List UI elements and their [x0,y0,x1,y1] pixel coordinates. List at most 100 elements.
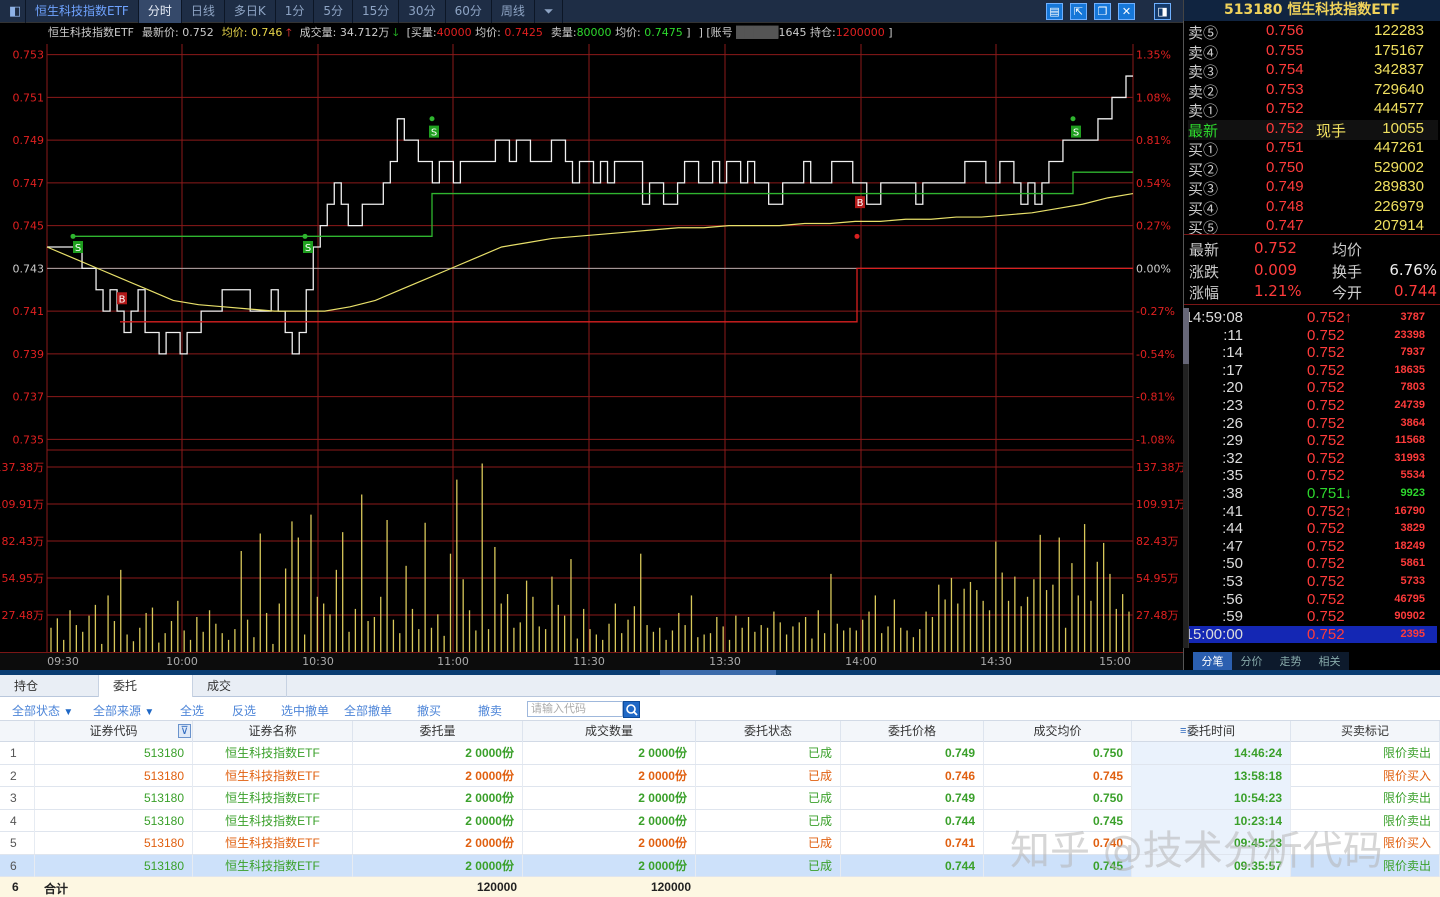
column-header[interactable]: 委托价格 [841,721,984,742]
order-price: 0.744 [841,854,984,877]
sort-icon[interactable]: ≡↓ [1180,721,1192,742]
bids-row: 买④ 0.748 226979 [1188,198,1438,218]
intraday-chart[interactable]: 0.753 1.35% 0.751 1.08% 0.749 0.81% 0.747 0.54%… [0,23,1186,670]
pct-tick-label: 1.35% [1136,49,1171,62]
table-row[interactable]: 1 513180 恒生科技指数ETF 2 0000份 2 0000份 已成 0.749 0.7… [0,742,1440,765]
column-header-label: 证券代码 [89,724,138,738]
tick-volume: 24739 [1394,399,1425,411]
position-label: 持仓: [809,26,836,39]
tab-period-6[interactable]: 30分 [399,0,446,23]
tab-orders[interactable]: 委托 [99,675,193,697]
asks-volume: 444577 [1373,100,1424,118]
column-header-label: 买卖标记 [1340,724,1389,738]
panel-icon[interactable]: ◨ [1154,3,1171,20]
chevron-down-icon[interactable]: ⏷ [535,0,564,23]
code-search-input[interactable]: 请输入代码 [527,701,623,717]
total-row: 6 合计 120000 120000 [0,877,1440,897]
tab-period-1[interactable]: 日线 [182,0,225,23]
column-header[interactable]: 委托状态 [696,721,841,742]
cancel-all-button[interactable]: 全部撤单 [344,702,392,719]
tick-time: :17 [1222,361,1243,379]
stock-name: 恒生科技指数ETF [1287,2,1400,18]
cancel-selected-button[interactable]: 选中撤单 [281,702,329,719]
bids-label: 买② [1188,161,1219,179]
quote-header: 513180 恒生科技指数ETF [1183,0,1440,21]
time-tick-label: 14:30 [980,655,1012,668]
sell-marker-letter: S [431,128,437,139]
tab-price-dist[interactable]: 分价 [1232,652,1271,672]
bids-price: 0.751 [1266,139,1304,156]
cancel-buy-button[interactable]: 撤买 [417,702,441,719]
tab-period-7[interactable]: 60分 [446,0,492,23]
table-row[interactable]: 2 513180 恒生科技指数ETF 2 0000份 2 0000份 已成 0.746 0.7… [0,764,1440,787]
security-title[interactable]: 恒生科技指数ETF [26,0,139,23]
restore-icon[interactable]: ❐ [1094,3,1111,20]
tick-scrollbar[interactable] [1183,308,1189,648]
tick-volume: 7937 [1400,346,1425,359]
asks-volume: 175167 [1373,41,1424,59]
sell-marker: S [1071,125,1081,139]
tick-price: 0.752 [1307,414,1345,432]
order-qty: 2 0000份 [353,832,523,854]
security-name: 恒生科技指数ETF [193,832,353,854]
column-header-label: 证券名称 [248,724,297,738]
fill-avg-price: 0.750 [984,787,1132,809]
column-header[interactable]: 成交均价 [984,721,1132,742]
tick-volume: 5861 [1400,557,1425,570]
invert-select-button[interactable]: 反选 [232,702,256,719]
order-status: 已成 [696,832,841,854]
column-header[interactable]: 买卖标记 [1291,721,1440,742]
column-header[interactable]: 委托量 [353,721,523,742]
layout-icon[interactable]: ▤ [1046,3,1063,20]
table-row[interactable]: 3 513180 恒生科技指数ETF 2 0000份 2 0000份 已成 0.749 0.7… [0,787,1440,810]
asks-label: 卖⑤ [1188,25,1219,42]
column-header[interactable]: 证券代码 ⊽ [35,721,193,742]
tab-trades[interactable]: 成交 [193,675,287,697]
filter-source-dropdown[interactable]: 全部来源 ▼ [93,702,154,719]
tick-time: :50 [1222,555,1243,573]
stock-code: 513180 [1223,2,1283,18]
pct-tick-label: -1.08% [1136,433,1175,446]
tab-period-0[interactable]: 分时 [138,0,182,23]
menu-icon[interactable]: ◧ [0,0,26,23]
close-icon[interactable]: ✕ [1118,3,1135,20]
security-code: 513180 [35,854,193,877]
security-name: 恒生科技指数ETF [193,742,353,764]
filter-status-dropdown[interactable]: 全部状态 ▼ [12,702,73,719]
tab-related[interactable]: 相关 [1310,652,1349,672]
column-header[interactable]: 证券名称 [193,721,353,742]
row-number: 5 [0,832,35,854]
cancel-sell-button[interactable]: 撤卖 [478,702,502,719]
tick-row: :56 0.752 46795 [1187,591,1437,609]
popout-icon[interactable]: ⇱ [1070,3,1087,20]
tab-period-3[interactable]: 1分 [276,0,315,23]
filter-icon[interactable]: ⊽ [178,724,191,738]
tab-period-8[interactable]: 周线 [492,0,535,23]
scrollbar-thumb[interactable] [1183,308,1189,364]
select-all-button[interactable]: 全选 [180,702,204,719]
trade-dot [429,116,435,122]
time-tick-label: 10:30 [302,655,334,668]
column-header[interactable]: 成交数量 [523,721,696,742]
price-tick-label: 0.739 [13,348,45,361]
tab-ticks[interactable]: 分笔 [1193,652,1232,672]
tab-period-4[interactable]: 5分 [314,0,354,23]
tick-price: 0.752 [1307,449,1345,467]
tab-period-5[interactable]: 15分 [353,0,400,23]
tick-time: :56 [1222,590,1243,608]
tab-positions[interactable]: 持仓 [0,675,99,697]
bids-price: 0.748 [1266,197,1304,215]
total-qty: 120000 [476,880,517,894]
stat-label: 涨跌 [1189,262,1220,281]
tick-volume: 16790 [1394,504,1425,517]
search-icon[interactable] [623,701,640,718]
bracket: ] [686,26,691,39]
tick-row: :41 0.752↑ 16790 [1187,503,1437,521]
bids-price: 0.747 [1266,217,1304,235]
tab-trend[interactable]: 走势 [1271,652,1310,672]
order-status: 已成 [696,787,841,809]
column-header[interactable]: 委托时间 ≡↓ [1132,721,1291,742]
tab-period-2[interactable]: 多日K [225,0,276,23]
time-tick-label: 15:00 [1099,655,1131,668]
order-status: 已成 [696,809,841,832]
